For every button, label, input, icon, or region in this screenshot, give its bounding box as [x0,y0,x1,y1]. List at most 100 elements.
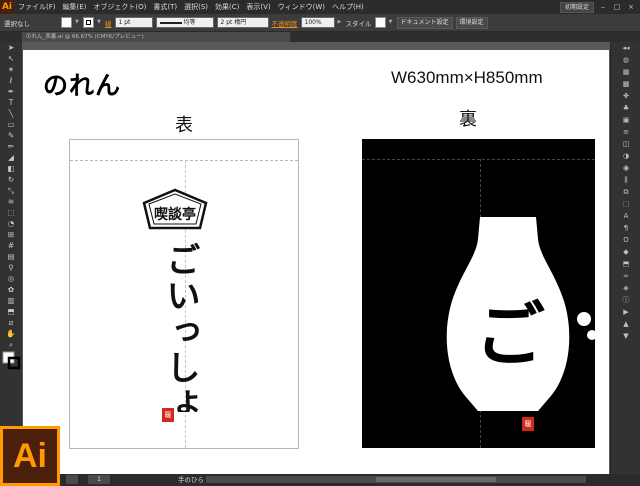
transform-icon[interactable]: ⬚ [611,198,640,210]
character-icon[interactable]: A [611,210,640,222]
brush-definition[interactable]: 2 pt 楕円 [216,17,269,28]
workspace-switcher[interactable]: 初期設定 [559,1,594,13]
menu-edit[interactable]: 編集(E) [63,2,87,12]
preferences-button[interactable]: 環境設定 [455,16,488,29]
document-tab[interactable]: のれん_表裏.ai @ 66.67% (CMYK/プレビュー) [22,32,290,42]
fill-swatch[interactable] [61,17,72,28]
menu-file[interactable]: ファイル(F) [18,2,56,12]
menu-type[interactable]: 書式(T) [153,2,177,12]
magic-wand-tool-icon[interactable]: ✶ [0,64,22,75]
stroke-panel-icon[interactable]: ≡ [611,126,640,138]
symbol-sprayer-tool-icon[interactable]: ✿ [0,284,22,295]
menu-view[interactable]: 表示(V) [246,2,270,12]
blob-brush-tool-icon[interactable]: ◢ [0,152,22,163]
selection-tool-icon[interactable]: ➤ [0,42,22,53]
close-button[interactable]: × [626,3,636,12]
symbols-icon[interactable]: ♣ [611,102,640,114]
graphic-styles-icon[interactable]: ▣ [611,114,640,126]
document-setup-button[interactable]: ドキュメント設定 [396,16,453,29]
color-panel-icon[interactable]: ◍ [611,54,640,66]
guide-horizontal [362,159,595,160]
noren-back[interactable]: ご 暖 [362,139,597,448]
noren-front[interactable]: 喫談亭 ごいっしょ 暖 [69,139,299,449]
stroke-label[interactable]: 線 [105,18,112,28]
line-tool-icon[interactable]: ╲ [0,108,22,119]
navigator-icon[interactable]: ◈ [611,282,640,294]
fill-stroke-icon[interactable] [0,350,22,372]
guide-horizontal [70,160,298,161]
mesh-tool-icon[interactable]: # [0,240,22,251]
fill-dropdown-icon[interactable]: ▼ [75,18,80,27]
style-dropdown-icon[interactable]: ▼ [389,18,394,27]
rectangle-tool-icon[interactable]: ▭ [0,119,22,130]
paintbrush-tool-icon[interactable]: ✎ [0,130,22,141]
scroll-up-icon[interactable]: ▲ [611,318,640,330]
zoom-tool-icon[interactable]: ⌕ [0,339,22,350]
menu-effect[interactable]: 効果(C) [215,2,239,12]
brushes-icon[interactable]: ✤ [611,90,640,102]
actions-icon[interactable]: ▶ [611,306,640,318]
artboards-icon[interactable]: ⬒ [611,258,640,270]
lasso-tool-icon[interactable]: ℓ [0,75,22,86]
layers-icon[interactable]: ◆ [611,246,640,258]
back-label: 裏 [459,109,477,130]
stroke-swatch[interactable] [83,17,94,28]
slice-tool-icon[interactable]: ⧄ [0,317,22,328]
horizontal-scrollbar[interactable] [206,476,586,483]
eyedropper-tool-icon[interactable]: ⚲ [0,262,22,273]
stroke-dropdown-icon[interactable]: ▼ [97,18,102,27]
dimension-label: W630mm×H850mm [391,68,543,87]
restore-button[interactable]: □ [612,3,622,12]
menu-object[interactable]: オブジェクト(O) [93,2,146,12]
transparency-icon[interactable]: ◑ [611,150,640,162]
panel-dock: ◂◂ ◍ ▦ ▩ ✤ ♣ ▣ ≡ ◫ ◑ ◉ ⫼ ⧉ ⬚ A ¶ O ◆ ⬒ ∞… [610,42,640,474]
pencil-tool-icon[interactable]: ✏ [0,141,22,152]
artboard-tool-icon[interactable]: ⬒ [0,306,22,317]
pen-tool-icon[interactable]: ✒ [0,86,22,97]
type-tool-icon[interactable]: T [0,97,22,108]
opacity-field[interactable]: 100% [300,17,335,28]
minimize-button[interactable]: ‒ [598,3,608,12]
gradient-tool-icon[interactable]: ▤ [0,251,22,262]
emblem-text: 喫談亭 [154,206,196,223]
menu-select[interactable]: 選択(S) [184,2,208,12]
stroke-weight-field[interactable]: 1 pt [114,17,153,28]
opacity-dropdown-icon[interactable]: ▶ [338,18,343,27]
menu-help[interactable]: ヘルプ(H) [332,2,364,12]
zoom-dropdown[interactable] [66,475,78,484]
shape-builder-tool-icon[interactable]: ◔ [0,218,22,229]
align-icon[interactable]: ⫼ [611,174,640,186]
pathfinder-icon[interactable]: ⧉ [611,186,640,198]
color-guide-icon[interactable]: ▦ [611,66,640,78]
selection-status: 選択なし [4,19,30,28]
status-bar: 1 手のひら [0,474,640,486]
paragraph-icon[interactable]: ¶ [611,222,640,234]
variable-width-profile[interactable]: 均等 [155,17,214,28]
blend-tool-icon[interactable]: ◎ [0,273,22,284]
scale-tool-icon[interactable]: ⤡ [0,185,22,196]
direct-selection-tool-icon[interactable]: ↖ [0,53,22,64]
gradient-panel-icon[interactable]: ◫ [611,138,640,150]
artboard-navigation[interactable]: 1 [88,475,110,484]
opacity-label[interactable]: 不透明度 [272,18,298,28]
eraser-tool-icon[interactable]: ◧ [0,163,22,174]
canvas-area[interactable]: のれん W630mm×H850mm 表 裏 喫談亭 ごいっしょ 暖 ご 暖 [22,42,610,474]
menu-window[interactable]: ウィンドウ(W) [278,2,325,12]
scrollbar-thumb[interactable] [376,477,496,482]
collapse-icon[interactable]: ◂◂ [611,42,640,54]
info-icon[interactable]: ⓘ [611,294,640,306]
style-swatch[interactable] [374,17,386,28]
appearance-icon[interactable]: ◉ [611,162,640,174]
scroll-down-icon[interactable]: ▼ [611,330,640,342]
artboard[interactable]: のれん W630mm×H850mm 表 裏 喫談亭 ごいっしょ 暖 ご 暖 [23,50,609,474]
width-tool-icon[interactable]: ≋ [0,196,22,207]
hand-tool-icon[interactable]: ✋ [0,328,22,339]
perspective-grid-tool-icon[interactable]: ⊞ [0,229,22,240]
opentype-icon[interactable]: O [611,234,640,246]
free-transform-tool-icon[interactable]: ⬚ [0,207,22,218]
app-logo-icon: Ai [0,0,14,14]
graph-tool-icon[interactable]: ▥ [0,295,22,306]
links-icon[interactable]: ∞ [611,270,640,282]
rotate-tool-icon[interactable]: ↻ [0,174,22,185]
swatches-icon[interactable]: ▩ [611,78,640,90]
